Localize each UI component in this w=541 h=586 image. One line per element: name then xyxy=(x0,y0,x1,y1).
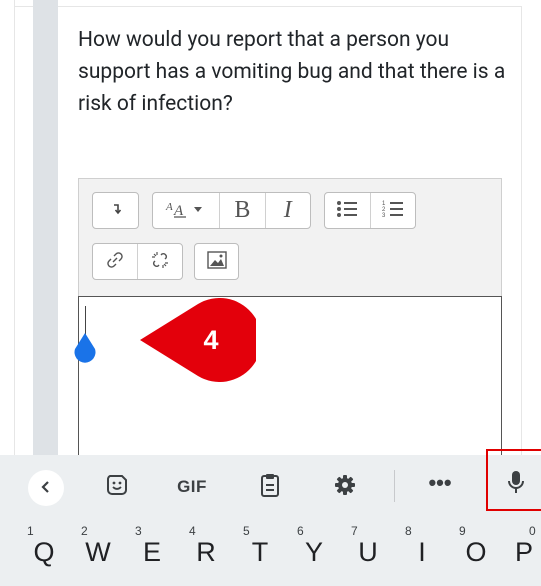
collapse-toolbar-icon xyxy=(109,201,123,220)
key-i[interactable]: 8I xyxy=(395,524,449,586)
key-letter: Q xyxy=(33,537,55,567)
key-letter: W xyxy=(85,537,111,567)
image-group xyxy=(194,243,239,280)
key-t[interactable]: 5T xyxy=(233,524,287,586)
sticker-icon xyxy=(106,474,128,500)
question-accent-bar xyxy=(33,0,58,455)
gear-icon xyxy=(334,474,356,500)
key-letter: O xyxy=(465,537,487,567)
key-q[interactable]: 1Q xyxy=(17,524,71,586)
key-o[interactable]: 9O xyxy=(449,524,503,586)
key-letter: I xyxy=(418,537,426,567)
key-letter: R xyxy=(196,537,216,567)
numbered-list-icon: 1 2 3 xyxy=(382,199,404,223)
italic-button[interactable]: I xyxy=(264,193,310,228)
key-letter: E xyxy=(142,537,161,567)
key-letter: U xyxy=(358,537,378,567)
step-number: 4 xyxy=(203,325,219,355)
key-u[interactable]: 7U xyxy=(341,524,395,586)
ordered-list-button[interactable]: 1 2 3 xyxy=(369,193,415,228)
list-group: 1 2 3 xyxy=(324,192,416,229)
editor-toolbar: A A B I 1 2 3 xyxy=(78,178,502,296)
cursor-handle[interactable] xyxy=(73,333,97,365)
clipboard-button[interactable] xyxy=(253,470,287,504)
clipboard-icon xyxy=(260,473,280,501)
unlink-button[interactable] xyxy=(137,244,182,279)
toolbar-divider xyxy=(394,470,395,502)
link-group xyxy=(92,243,183,280)
more-options-button[interactable]: ••• xyxy=(424,468,456,504)
svg-text:3: 3 xyxy=(382,213,386,219)
question-text: How would you report that a person you s… xyxy=(78,28,506,116)
image-button[interactable] xyxy=(195,244,238,279)
key-r[interactable]: 4R xyxy=(179,524,233,586)
mic-highlight-box xyxy=(486,449,541,511)
collapse-toolbar-button[interactable] xyxy=(93,193,138,228)
bullet-list-icon xyxy=(336,200,358,222)
link-icon xyxy=(105,250,125,274)
key-p[interactable]: 0P xyxy=(497,524,541,586)
settings-button[interactable] xyxy=(328,470,362,504)
bold-button[interactable]: B xyxy=(219,193,264,228)
card-right-border xyxy=(521,6,522,455)
unordered-list-button[interactable] xyxy=(325,193,370,228)
svg-text:A: A xyxy=(165,201,173,213)
key-w[interactable]: 2W xyxy=(71,524,125,586)
collapse-group xyxy=(92,192,139,229)
key-letter: T xyxy=(251,537,269,567)
link-button[interactable] xyxy=(93,244,137,279)
image-icon xyxy=(206,250,227,273)
key-letter: Y xyxy=(304,537,323,567)
gif-button[interactable]: GIF xyxy=(171,474,213,500)
font-style-button[interactable]: A A xyxy=(153,193,219,228)
key-e[interactable]: 3E xyxy=(125,524,179,586)
key-y[interactable]: 6Y xyxy=(287,524,341,586)
key-letter: P xyxy=(514,537,533,567)
unlink-icon xyxy=(150,250,170,274)
text-style-group: A A B I xyxy=(152,192,311,229)
card-top-border xyxy=(14,6,522,7)
page-left-border xyxy=(14,0,15,455)
keyboard-back-button[interactable] xyxy=(28,470,64,506)
chevron-left-icon xyxy=(39,479,53,498)
font-style-icon: A A xyxy=(164,198,208,224)
sticker-button[interactable] xyxy=(100,470,134,504)
